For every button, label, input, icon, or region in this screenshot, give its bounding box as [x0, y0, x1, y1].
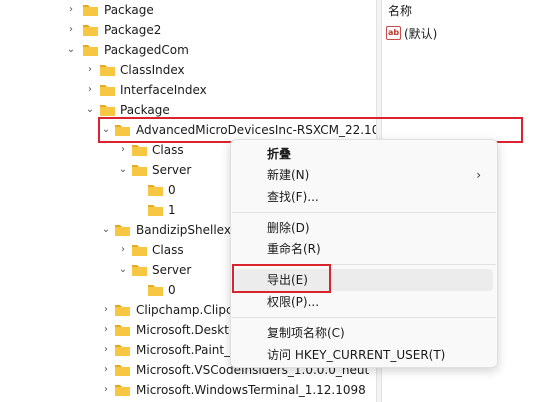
menu-item-new[interactable]: 新建(N) › — [235, 164, 493, 186]
folder-icon — [115, 325, 130, 336]
chevron-right-icon[interactable]: › — [100, 340, 112, 360]
chevron-right-icon[interactable]: › — [100, 320, 112, 340]
tree-node-label: Package — [104, 3, 154, 17]
value-name: (默认) — [404, 27, 438, 41]
chevron-right-icon[interactable]: › — [117, 140, 129, 160]
folder-icon — [148, 205, 163, 216]
menu-separator — [232, 317, 496, 318]
column-header-name[interactable]: 名称 — [388, 2, 412, 19]
chevron-right-icon[interactable]: › — [100, 300, 112, 320]
folder-open-icon — [100, 105, 115, 116]
context-menu: 折叠 新建(N) › 查找(F)... 删除(D) 重命名(R) 导出(E) 权… — [230, 139, 498, 368]
menu-item-rename[interactable]: 重命名(R) — [235, 238, 493, 260]
folder-icon — [115, 345, 130, 356]
folder-open-icon — [115, 225, 130, 236]
tree-node-label: Package2 — [104, 23, 162, 37]
chevron-down-icon[interactable]: ⌄ — [117, 160, 129, 180]
folder-icon — [148, 285, 163, 296]
folder-icon — [100, 85, 115, 96]
tree-node-label: Server — [152, 163, 192, 177]
folder-icon — [132, 145, 147, 156]
chevron-right-icon[interactable]: › — [100, 380, 112, 400]
chevron-down-icon[interactable]: ⌄ — [100, 220, 112, 240]
export-highlight — [232, 264, 331, 293]
chevron-right-icon[interactable]: › — [84, 60, 96, 80]
folder-icon — [83, 5, 98, 16]
folder-icon — [132, 245, 147, 256]
chevron-right-icon[interactable]: › — [117, 240, 129, 260]
folder-icon — [115, 385, 130, 396]
menu-item-copy-key-name[interactable]: 复制项名称(C) — [235, 322, 493, 344]
chevron-right-icon[interactable]: › — [65, 0, 77, 20]
tree-node-label: 0 — [168, 283, 176, 297]
tree-node-label: Server — [152, 263, 192, 277]
tree-node-classindex[interactable]: › ClassIndex — [0, 60, 376, 80]
menu-item-goto[interactable]: 访问 HKEY_CURRENT_USER(T) — [235, 344, 493, 366]
menu-item-collapse[interactable]: 折叠 — [235, 143, 493, 165]
tree-node-label: Class — [152, 143, 184, 157]
menu-item-delete[interactable]: 删除(D) — [235, 217, 493, 239]
tree-node-interfaceindex[interactable]: › InterfaceIndex — [0, 80, 376, 100]
menu-item-permissions[interactable]: 权限(P)... — [235, 291, 493, 313]
folder-icon — [115, 305, 130, 316]
tree-node-terminal[interactable]: › Microsoft.WindowsTerminal_1.12.1098 — [0, 380, 376, 400]
chevron-right-icon[interactable]: › — [84, 80, 96, 100]
chevron-right-icon: › — [476, 168, 481, 182]
folder-open-icon — [83, 45, 98, 56]
tree-node-label: InterfaceIndex — [120, 83, 207, 97]
tree-node-package2[interactable]: › Package2 — [0, 20, 376, 40]
chevron-down-icon[interactable]: ⌄ — [84, 100, 96, 120]
menu-item-label: 新建(N) — [267, 168, 310, 182]
tree-node-label: 0 — [168, 183, 176, 197]
folder-icon — [83, 25, 98, 36]
folder-icon — [100, 65, 115, 76]
menu-separator — [232, 212, 496, 213]
folder-icon — [148, 185, 163, 196]
string-value-icon: ab — [386, 26, 401, 40]
folder-open-icon — [132, 165, 147, 176]
registry-editor: › Package › Package2 ⌄ PackagedCom › Cla… — [0, 0, 541, 402]
chevron-right-icon[interactable]: › — [65, 20, 77, 40]
menu-item-find[interactable]: 查找(F)... — [235, 186, 493, 208]
folder-icon — [115, 365, 130, 376]
tree-node-packagedcom[interactable]: ⌄ PackagedCom — [0, 40, 376, 60]
tree-node-label: 1 — [168, 203, 176, 217]
tree-node-label: PackagedCom — [104, 43, 189, 57]
tree-node-label: Microsoft.Deskt — [136, 323, 229, 337]
chevron-down-icon[interactable]: ⌄ — [117, 260, 129, 280]
chevron-down-icon[interactable]: ⌄ — [65, 40, 77, 60]
tree-node-package[interactable]: › Package — [0, 0, 376, 20]
tree-node-label: Microsoft.Paint_ — [136, 343, 231, 357]
tree-node-label: BandizipShellext — [136, 223, 236, 237]
folder-open-icon — [132, 265, 147, 276]
tree-node-label: ClassIndex — [120, 63, 185, 77]
chevron-right-icon[interactable]: › — [100, 360, 112, 380]
tree-node-label: Clipchamp.Clipc — [136, 303, 233, 317]
tree-node-label: Microsoft.WindowsTerminal_1.12.1098 — [136, 383, 366, 397]
tree-node-label: Class — [152, 243, 184, 257]
